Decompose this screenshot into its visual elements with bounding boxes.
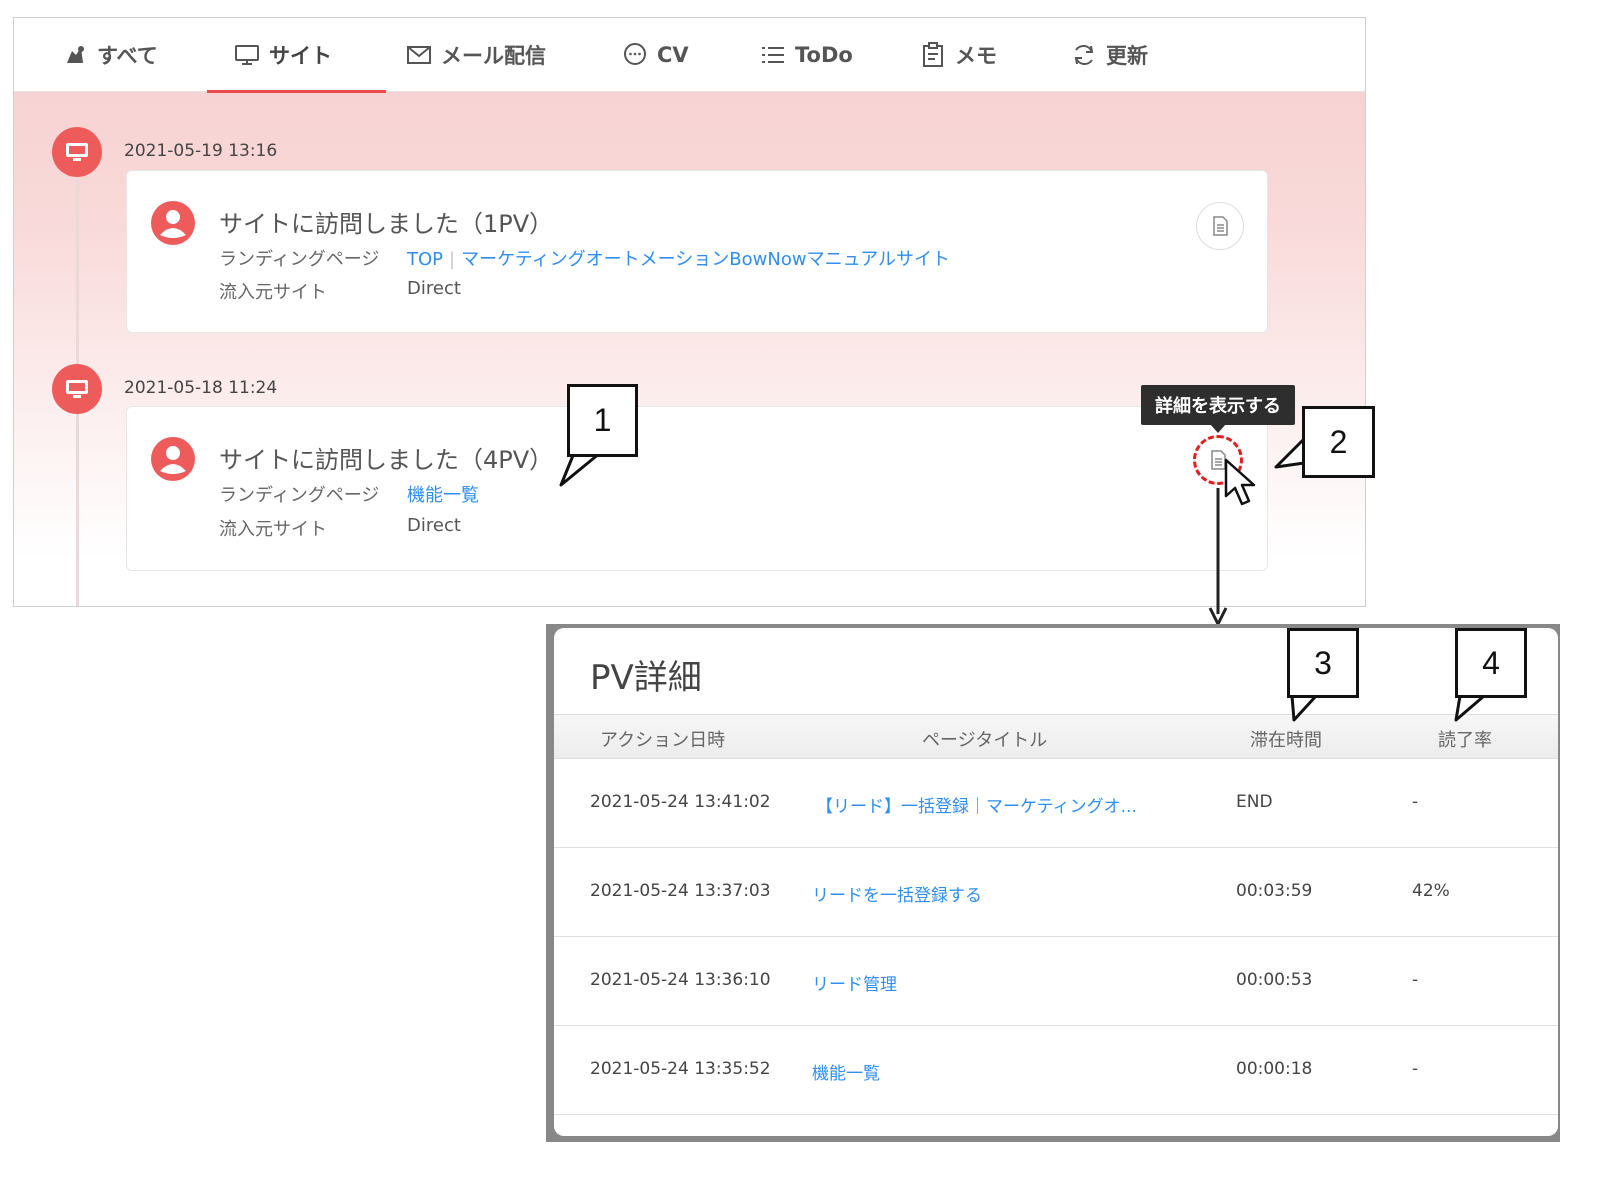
cell-page-link[interactable]: リード管理 [812, 970, 897, 995]
clipboard-icon [920, 42, 946, 68]
referrer-label: 流入元サイト [219, 282, 327, 303]
tab-memo[interactable]: メモ [920, 18, 997, 92]
cell-read-rate: - [1412, 970, 1419, 990]
landing-link-site[interactable]: マーケティングオートメーションBowNowマニュアルサイト [461, 249, 950, 270]
cell-duration: 00:03:59 [1236, 881, 1313, 901]
tab-cv-label: CV [657, 43, 689, 67]
cell-read-rate: - [1412, 792, 1419, 812]
table-header: アクション日時 ページタイトル 滞在時間 読了率 [554, 714, 1558, 759]
connector-arrow [1208, 488, 1228, 628]
timeline-date: 2021-05-19 13:16 [124, 141, 278, 161]
landing-separator: | [449, 249, 456, 270]
timeline-monitor-icon [52, 364, 102, 414]
cell-page-link[interactable]: 機能一覧 [812, 1059, 880, 1084]
table-row: 2021-05-24 13:37:03 リードを一括登録する 00:03:59 … [554, 848, 1558, 937]
tab-site-label: サイト [269, 44, 332, 68]
referrer-label: 流入元サイト [219, 519, 327, 540]
tab-all-label: すべて [97, 44, 158, 68]
tooltip-arrow [1210, 424, 1226, 433]
pv-detail-modal: PV詳細 アクション日時 ページタイトル 滞在時間 読了率 2021-05-24… [554, 628, 1558, 1136]
chat-bubble-icon [622, 42, 648, 68]
list-icon [760, 42, 786, 68]
table-row: 2021-05-24 13:35:52 機能一覧 00:00:18 - [554, 1026, 1558, 1115]
timeline-date: 2021-05-18 11:24 [124, 378, 278, 398]
mail-icon [406, 42, 432, 68]
tab-cv[interactable]: CV [622, 18, 689, 92]
visit-title: サイトに訪問しました（1PV） [219, 210, 554, 238]
tab-mail[interactable]: メール配信 [406, 18, 546, 92]
table-row: 2021-05-24 13:36:10 リード管理 00:00:53 - [554, 937, 1558, 1026]
landing-link-features[interactable]: 機能一覧 [407, 485, 479, 506]
timeline-card: サイトに訪問しました（4PV） ランディングページ 機能一覧 流入元サイト Di… [126, 406, 1268, 571]
cell-duration: 00:00:18 [1236, 1059, 1313, 1079]
cell-duration: 00:00:53 [1236, 970, 1313, 990]
tab-all[interactable]: すべて [62, 18, 158, 92]
tab-refresh-label: 更新 [1106, 44, 1148, 68]
visit-title: サイトに訪問しました（4PV） [219, 446, 554, 474]
cell-datetime: 2021-05-24 13:35:52 [590, 1059, 771, 1079]
landing-page-value: TOP | マーケティングオートメーションBowNowマニュアルサイト [407, 245, 950, 271]
cell-datetime: 2021-05-24 13:36:10 [590, 970, 771, 990]
activity-panel: すべて サイト メール配信 CV ToDo メモ 更新 2021-05-19 1… [13, 17, 1366, 607]
cell-datetime: 2021-05-24 13:41:02 [590, 792, 771, 812]
referrer-value: Direct [407, 278, 461, 299]
cell-datetime: 2021-05-24 13:37:03 [590, 881, 771, 901]
referrer-value: Direct [407, 515, 461, 536]
callout-4-label: 4 [1455, 628, 1527, 698]
refresh-icon [1071, 42, 1097, 68]
timeline-card: サイトに訪問しました（1PV） ランディングページ TOP | マーケティングオート… [126, 170, 1268, 333]
modal-title: PV詳細 [590, 658, 702, 698]
callout-2-label: 2 [1302, 406, 1375, 478]
tab-todo[interactable]: ToDo [760, 18, 853, 92]
callout-3-label: 3 [1287, 628, 1359, 698]
cell-page-link[interactable]: 【リード】一括登録｜マーケティングオ... [816, 792, 1137, 817]
timeline-monitor-icon [52, 127, 102, 177]
landing-link-top[interactable]: TOP [407, 249, 443, 270]
document-icon [1213, 216, 1228, 236]
col-page-title: ページタイトル [922, 730, 1048, 751]
tab-mail-label: メール配信 [441, 44, 546, 68]
user-avatar-icon [151, 437, 195, 481]
tab-memo-label: メモ [955, 44, 997, 68]
tab-todo-label: ToDo [795, 43, 853, 67]
table-row: 2021-05-24 13:41:02 【リード】一括登録｜マーケティングオ..… [554, 759, 1558, 848]
callout-1-label: 1 [567, 384, 638, 457]
monitor-icon [234, 42, 260, 68]
col-action-datetime: アクション日時 [600, 730, 726, 751]
user-avatar-icon [151, 201, 195, 245]
detail-button[interactable] [1196, 202, 1244, 250]
active-tab-indicator [207, 90, 386, 93]
tab-bar: すべて サイト メール配信 CV ToDo メモ 更新 [14, 18, 1365, 93]
tab-refresh[interactable]: 更新 [1071, 18, 1148, 92]
landing-page-label: ランディングページ [219, 249, 380, 270]
cell-duration: END [1236, 792, 1273, 812]
all-icon [62, 42, 88, 68]
cell-read-rate: 42% [1412, 881, 1450, 901]
cell-page-link[interactable]: リードを一括登録する [812, 881, 982, 906]
cell-read-rate: - [1412, 1059, 1419, 1079]
landing-page-value: 機能一覧 [407, 481, 479, 507]
landing-page-label: ランディングページ [219, 485, 380, 506]
tab-site[interactable]: サイト [234, 18, 332, 92]
